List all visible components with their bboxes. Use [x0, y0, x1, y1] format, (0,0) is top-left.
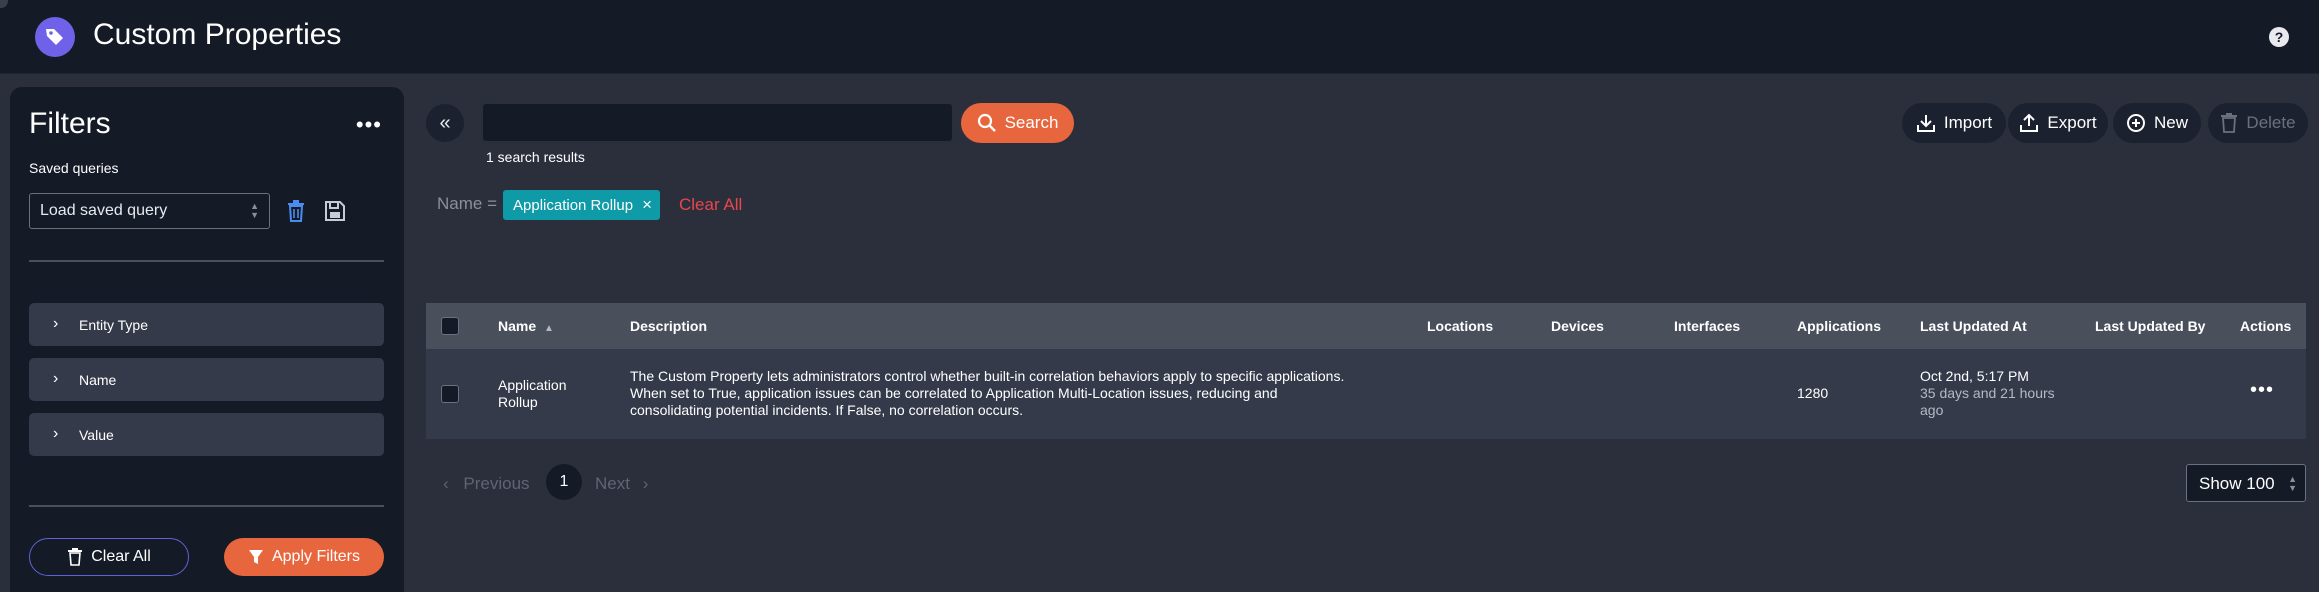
row-actions-icon[interactable]: ••• — [2250, 379, 2274, 402]
select-arrows-icon: ▲ ▼ — [250, 201, 259, 220]
upload-icon — [2020, 113, 2039, 132]
delete-label: Delete — [2246, 113, 2296, 132]
search-input[interactable] — [483, 104, 952, 141]
cell-last-updated-at: Oct 2nd, 5:17 PM 35 days and 21 hours ag… — [1920, 368, 2055, 419]
delete-query-icon[interactable] — [286, 200, 306, 227]
search-icon — [977, 113, 996, 132]
collapse-sidebar-button[interactable]: « — [426, 104, 464, 142]
column-header-name[interactable]: Name ▲ — [498, 318, 554, 334]
active-filter-chip: Application Rollup × — [503, 190, 660, 220]
column-name-label: Name — [498, 318, 537, 334]
page-size-select[interactable]: Show 100 ▲ ▼ — [2186, 464, 2306, 502]
new-button[interactable]: New — [2113, 103, 2201, 143]
column-header-devices: Devices — [1551, 318, 1604, 334]
next-label: Next — [595, 474, 630, 493]
chevron-right-icon: › — [53, 315, 59, 332]
chevron-left-icon: ‹ — [443, 474, 449, 493]
pagination-next[interactable]: Next › — [595, 474, 648, 494]
cell-description: The Custom Property lets administrators … — [630, 368, 1390, 419]
pagination-page[interactable]: 1 — [546, 464, 582, 500]
updated-at-date: Oct 2nd, 5:17 PM — [1920, 368, 2029, 384]
column-header-actions: Actions — [2240, 318, 2292, 334]
sort-ascending-icon: ▲ — [544, 323, 554, 334]
cell-name: Application Rollup — [498, 377, 567, 411]
filter-icon — [248, 550, 263, 564]
export-label: Export — [2047, 113, 2097, 132]
filters-title: Filters — [29, 107, 111, 140]
trash-icon — [2221, 113, 2238, 133]
plus-circle-icon — [2126, 114, 2145, 132]
filter-section-value[interactable]: › Value — [29, 413, 384, 456]
export-button[interactable]: Export — [2008, 103, 2108, 143]
cell-name-line: Application — [498, 377, 567, 393]
active-filter-field-label: Name = — [437, 194, 497, 213]
column-header-last-updated-by: Last Updated By — [2095, 318, 2206, 334]
help-icon[interactable]: ? — [2269, 27, 2289, 47]
filters-sidebar: Filters ••• Saved queries Load saved que… — [10, 87, 404, 592]
close-icon[interactable]: × — [642, 195, 652, 215]
table-row[interactable]: Application Rollup The Custom Property l… — [426, 349, 2306, 439]
table-header: Name ▲ Description Locations Devices Int… — [426, 303, 2306, 349]
chevron-right-icon: › — [53, 425, 59, 442]
clear-all-label: Clear All — [91, 548, 151, 565]
divider — [29, 505, 384, 507]
tag-icon — [35, 17, 75, 57]
column-header-locations: Locations — [1427, 318, 1494, 334]
search-button-label: Search — [1004, 113, 1059, 132]
clear-all-filters-button[interactable]: Clear All — [29, 538, 189, 576]
import-label: Import — [1943, 113, 1993, 132]
description-line: The Custom Property lets administrators … — [630, 368, 1345, 384]
cell-applications: 1280 — [1797, 385, 1829, 401]
trash-icon — [68, 548, 83, 566]
page-title: Custom Properties — [93, 18, 342, 51]
top-bar: Custom Properties ? — [0, 0, 2319, 74]
row-checkbox[interactable] — [441, 385, 459, 403]
column-header-last-updated-at: Last Updated At — [1920, 318, 2027, 334]
search-button[interactable]: Search — [961, 103, 1074, 143]
updated-at-relative: 35 days and 21 hours — [1920, 385, 2055, 401]
save-query-icon[interactable] — [324, 200, 346, 227]
clear-all-chips-link[interactable]: Clear All — [679, 195, 742, 215]
column-header-interfaces: Interfaces — [1674, 318, 1741, 334]
column-header-applications: Applications — [1797, 318, 1882, 334]
cell-name-line: Rollup — [498, 394, 538, 410]
chevron-right-icon: › — [53, 370, 59, 387]
filter-section-label: Value — [79, 427, 114, 443]
delete-button[interactable]: Delete — [2208, 103, 2308, 143]
previous-label: Previous — [463, 474, 530, 493]
new-label: New — [2153, 113, 2188, 132]
chip-label: Application Rollup — [513, 197, 634, 214]
chevron-right-icon: › — [642, 474, 649, 493]
filter-section-label: Entity Type — [79, 317, 149, 333]
results-count: 1 search results — [486, 149, 585, 165]
description-line: consolidating potential incidents. If Fa… — [630, 402, 1023, 418]
corner-dot — [0, 0, 8, 8]
page-size-label: Show 100 — [2199, 474, 2275, 493]
column-header-description: Description — [630, 318, 708, 334]
divider — [29, 260, 384, 262]
saved-query-select-value: Load saved query — [40, 202, 168, 219]
saved-query-select[interactable]: Load saved query ▲ ▼ — [29, 193, 270, 229]
filter-section-name[interactable]: › Name — [29, 358, 384, 401]
description-line: When set to True, application issues can… — [630, 385, 1278, 401]
select-arrows-icon: ▲ ▼ — [2288, 474, 2297, 493]
import-button[interactable]: Import — [1902, 103, 2006, 143]
apply-filters-label: Apply Filters — [271, 548, 361, 565]
saved-queries-label: Saved queries — [29, 160, 119, 176]
select-all-checkbox[interactable] — [441, 317, 459, 335]
filter-section-entity-type[interactable]: › Entity Type — [29, 303, 384, 346]
apply-filters-button[interactable]: Apply Filters — [224, 538, 384, 576]
updated-at-relative: ago — [1920, 402, 1944, 418]
pagination-previous[interactable]: ‹ Previous — [443, 474, 530, 494]
download-icon — [1916, 115, 1935, 132]
filter-section-label: Name — [79, 372, 117, 388]
more-options-icon[interactable]: ••• — [356, 114, 382, 136]
double-chevron-left-icon: « — [439, 111, 451, 134]
